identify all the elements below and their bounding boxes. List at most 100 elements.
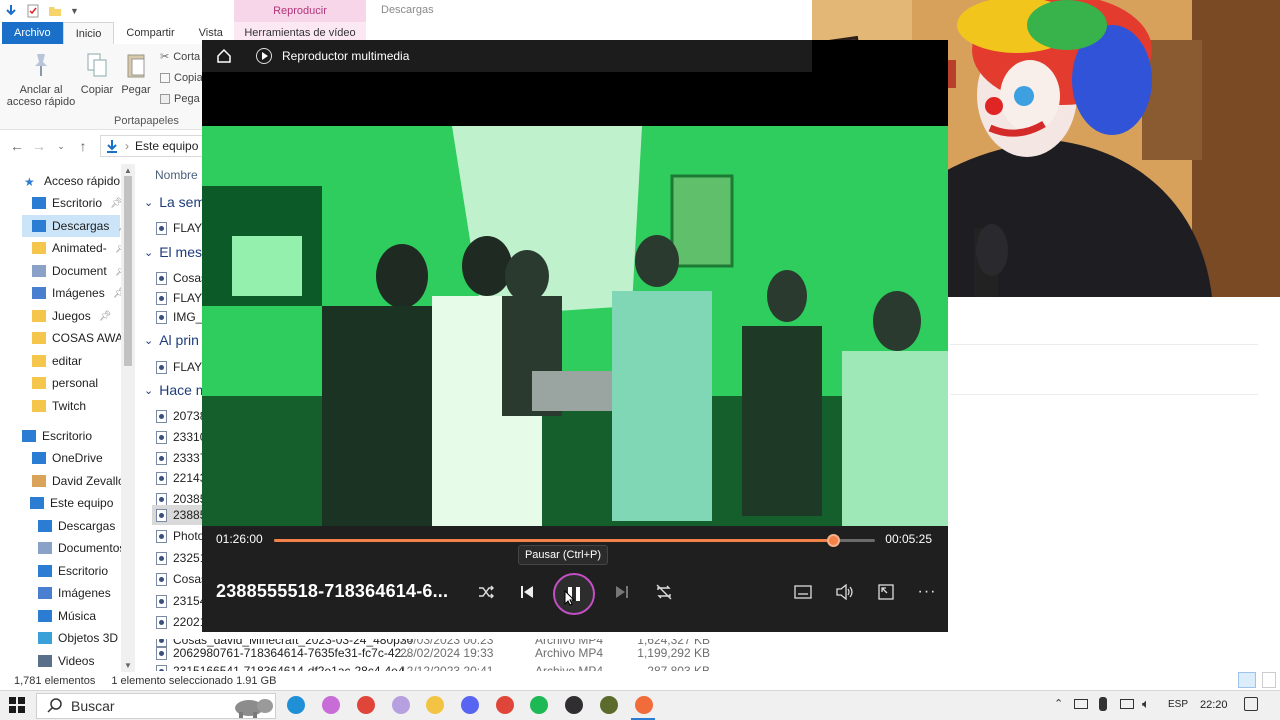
home-icon[interactable] [216,48,232,64]
sidebar-item[interactable]: Descargas📌︎ [22,215,130,237]
recent-locations-icon[interactable]: ⌄ [50,141,72,152]
sidebar-item[interactable]: Documentos [38,537,125,559]
next-button[interactable] [608,578,636,606]
file-row[interactable]: 2062980761-718364614-7635fe31-fc7c-42...… [156,643,736,663]
cut-button[interactable]: ✂ Corta [160,50,201,64]
repeat-button[interactable] [650,578,678,606]
music-icon [38,610,52,622]
spotify-icon[interactable] [530,696,548,714]
tray-overflow-icon[interactable]: ⌃ [1054,697,1063,710]
file-explorer-icon[interactable] [426,696,444,714]
file-row[interactable]: 22021 [156,612,206,632]
notifications-icon[interactable] [1244,697,1258,711]
copy-path-button[interactable]: Copia [160,72,203,84]
speaker-icon[interactable]: 🔈︎ [1142,696,1150,712]
download-arrow-icon[interactable] [4,4,18,18]
sidebar-item[interactable]: Música [38,605,96,627]
up-arrow-icon[interactable]: ↑ [72,138,94,154]
large-icons-view-icon[interactable] [1262,672,1276,688]
tab-archivo[interactable]: Archivo [2,22,63,44]
tab-inicio[interactable]: Inicio [62,22,115,44]
sidebar-item[interactable]: Document📌︎ [32,260,127,282]
new-folder-icon[interactable] [48,4,62,18]
details-view-icon[interactable] [1238,672,1256,688]
paste-shortcut-button[interactable]: Pega [160,93,200,105]
copy-button[interactable]: Copiar [80,50,114,96]
more-options-button[interactable]: ··· [913,578,941,606]
sidebar-item[interactable]: Objetos 3D [38,627,118,649]
sidebar-item[interactable]: Este equipo [30,492,113,514]
microphone-icon[interactable] [1099,697,1107,711]
volume-button[interactable] [830,578,858,606]
file-row[interactable]: IMG_ [156,307,202,327]
sidebar-item[interactable]: David Zevallos [32,470,131,492]
sidebar-item[interactable]: personal [32,372,98,394]
chrome-icon[interactable] [357,696,375,714]
file-group-header[interactable]: ⌄ El mes [144,244,202,260]
obs-icon[interactable] [565,696,583,714]
file-group-header[interactable]: ⌄ Al prin [144,332,199,348]
sidebar-item[interactable]: Escritorio [22,425,92,447]
sidebar-item[interactable]: Animated-📌︎ [32,237,127,259]
sidebar-item[interactable]: OneDrive [32,447,103,469]
file-row[interactable]: 2315166541-718364614-df2e1ac-28c4-4e4...… [156,661,736,671]
sidebar-item[interactable]: Descargas [38,515,115,537]
file-row[interactable]: 23251 [156,548,206,568]
file-row[interactable]: Cosas [156,268,207,288]
copy-label: Copiar [80,84,114,96]
sidebar-item[interactable]: Escritorio [38,560,108,582]
taskbar-search-box[interactable]: Buscar [36,693,276,719]
file-row[interactable]: 23337 [156,448,206,468]
file-row[interactable]: 23310 [156,427,206,447]
windows-start-icon[interactable] [9,697,25,713]
previous-button[interactable] [513,578,541,606]
scroll-down-icon[interactable]: ▼ [124,661,132,670]
back-arrow-icon[interactable]: ← [6,138,28,154]
minecraft-icon[interactable] [600,696,618,714]
file-group-header[interactable]: ⌄ Hace m [144,382,207,398]
copilot-icon[interactable] [322,696,340,714]
properties-icon[interactable] [26,4,40,18]
app-icon[interactable] [392,696,410,714]
display-icon[interactable] [1120,699,1134,709]
file-row[interactable]: 20738 [156,406,206,426]
file-group-header[interactable]: ⌄ La sem [144,194,205,210]
seek-knob[interactable] [826,534,840,547]
subtitles-button[interactable] [789,578,817,606]
clock[interactable]: 22:20 [1200,699,1228,711]
scroll-thumb[interactable] [124,176,132,366]
edge-icon[interactable] [287,696,305,714]
tab-compartir[interactable]: Compartir [114,22,186,44]
media-player-icon[interactable] [635,696,653,714]
chrome-profile-icon[interactable] [496,696,514,714]
miniplayer-button[interactable] [872,578,900,606]
shuffle-button[interactable] [472,578,500,606]
navigation-scrollbar[interactable]: ▲ ▼ [121,164,135,672]
sidebar-item[interactable]: Videos [38,650,94,672]
file-row[interactable]: Photo [156,526,204,546]
file-row[interactable]: 22143 [156,468,206,488]
scroll-up-icon[interactable]: ▲ [124,166,132,175]
pin-quick-access-button[interactable]: Anclar al acceso rápido [6,50,76,108]
sidebar-item[interactable]: Twitch [32,395,86,417]
paste-button[interactable]: Pegar [120,50,152,96]
file-row[interactable]: 23154 [156,591,206,611]
forward-arrow-icon[interactable]: → [28,138,50,154]
sidebar-item[interactable]: ★ Acceso rápido [24,170,120,192]
sidebar-item[interactable]: Imágenes [38,582,111,604]
input-language[interactable]: ESP [1168,699,1188,710]
cut-label: Corta [173,50,201,63]
sidebar-item[interactable]: Imágenes 📌︎ [32,282,125,304]
sidebar-item[interactable]: editar [32,350,82,372]
sidebar-item[interactable]: Juegos 📌︎ [32,305,111,327]
sidebar-item[interactable]: COSAS AWAR [32,327,132,349]
video-frame[interactable] [202,126,948,526]
customize-qat-icon[interactable]: ▼ [70,6,79,16]
seek-bar[interactable] [274,534,875,547]
file-row[interactable]: Cosas [156,569,207,589]
address-field[interactable]: › Este equipo [100,135,210,157]
sidebar-item[interactable]: Escritorio 📌︎ [32,192,123,214]
discord-icon[interactable] [461,696,479,714]
network-icon[interactable] [1074,699,1088,709]
column-header-name[interactable]: Nombre [155,168,198,182]
